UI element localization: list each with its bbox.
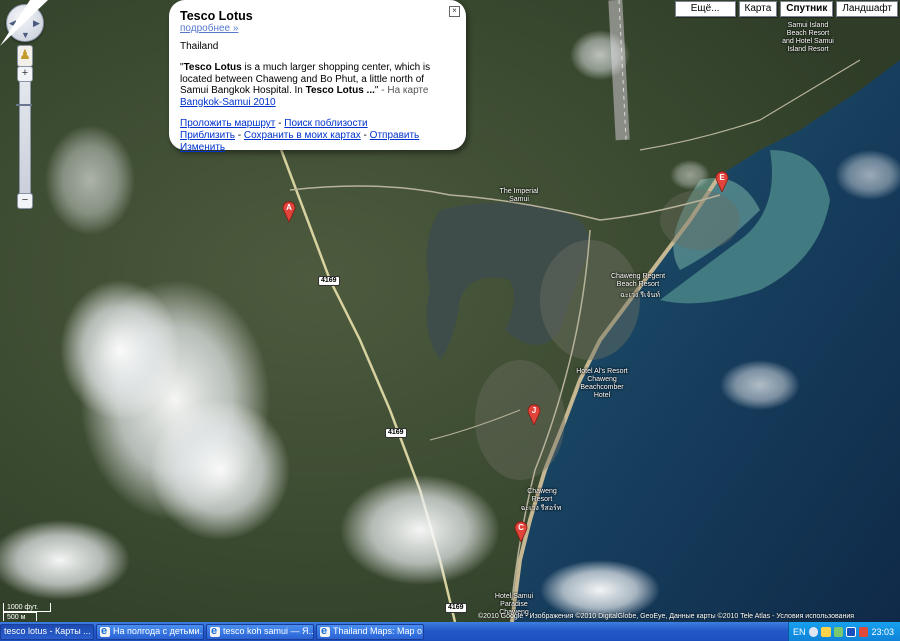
system-tray: EN 23:03: [788, 622, 900, 641]
more-button[interactable]: Ещё...: [674, 1, 736, 17]
pegman-icon[interactable]: ♟: [17, 45, 33, 67]
label-samui-island-resort[interactable]: Samui Island Beach Resort and Hotel Samu…: [780, 22, 836, 54]
zoom-link[interactable]: Приблизить: [180, 130, 235, 141]
security-icon[interactable]: [821, 626, 831, 637]
scale-imperial: 1000 фут.: [3, 603, 51, 612]
network-icon[interactable]: [808, 626, 819, 637]
road-shield: 4169: [385, 428, 407, 438]
label-hotel-als-resort[interactable]: Hotel Al's Resort Chaweng Beachcomber Ho…: [574, 368, 630, 400]
road-shield: 4169: [445, 603, 467, 613]
label-chaweng-regent[interactable]: Chaweng Regent Beach Resort: [610, 273, 666, 289]
scale-bar: 1000 фут. 500 м: [3, 603, 51, 621]
scale-metric: 500 м: [3, 612, 37, 621]
route-link[interactable]: Проложить маршрут: [180, 118, 275, 129]
info-title: Tesco Lotus: [180, 9, 253, 23]
taskbar-item-tesco-yandex[interactable]: tesco koh samui — Я...: [206, 623, 314, 640]
satellite-map[interactable]: ▲ ◀ ▶ ▼ ♟ + − Ещё... Карта Спутник Ландш…: [0, 0, 900, 622]
info-country: Thailand: [180, 41, 219, 52]
more-link[interactable]: подробнее »: [180, 23, 238, 34]
source-link[interactable]: Bangkok-Samui 2010: [180, 97, 276, 108]
antivirus-icon[interactable]: [858, 626, 869, 637]
close-icon[interactable]: ×: [449, 6, 460, 17]
zoom-slider-handle[interactable]: [16, 104, 32, 106]
zoom-out-button[interactable]: −: [17, 193, 33, 209]
map-type-controls: Ещё... Карта Спутник Ландшафт: [674, 1, 898, 17]
ie-icon: [320, 625, 330, 639]
terrain-button[interactable]: Ландшафт: [836, 1, 898, 17]
clock[interactable]: 23:03: [871, 627, 900, 637]
label-chaweng-resort-thai: ฉะเวง รีสอร์ท: [520, 505, 562, 512]
info-window: × Tesco Lotus подробнее » Thailand "Tesc…: [169, 0, 466, 153]
taskbar-item-tesco-maps[interactable]: tesco lotus - Карты ...: [0, 623, 94, 640]
marker-j[interactable]: J: [527, 403, 541, 425]
volume-icon[interactable]: [833, 626, 844, 637]
map-copyright[interactable]: ©2010 Google - Изображения ©2010 Digital…: [478, 613, 854, 620]
label-imperial-samui[interactable]: The Imperial Samui: [494, 188, 544, 204]
zoom-slider-track[interactable]: [19, 68, 31, 206]
taskbar-item-half-year[interactable]: На полгода с детьми...: [96, 623, 204, 640]
label-chaweng-resort[interactable]: Chaweng Resort: [520, 488, 564, 504]
map-button[interactable]: Карта: [738, 1, 778, 17]
label-chaweng-regent-thai: ฉะเวง รีเจ้นท์: [620, 292, 660, 299]
taskbar-item-thailand-maps[interactable]: Thailand Maps: Map o...: [316, 623, 424, 640]
marker-a[interactable]: A: [282, 200, 296, 222]
language-indicator[interactable]: EN: [793, 627, 806, 637]
ie-icon: [210, 625, 220, 639]
ie-icon: [100, 625, 110, 639]
windows-taskbar: tesco lotus - Карты ... На полгода с дет…: [0, 622, 900, 641]
satellite-button[interactable]: Спутник: [780, 1, 834, 17]
save-link[interactable]: Сохранить в моих картах: [244, 130, 361, 141]
zoom-in-button[interactable]: +: [17, 66, 33, 82]
nearby-link[interactable]: Поиск поблизости: [284, 118, 367, 129]
app-tray-icon[interactable]: [846, 626, 856, 637]
marker-e[interactable]: E: [715, 170, 729, 192]
road-shield: 4169: [318, 276, 340, 286]
info-actions: Проложить маршрут - Поиск поблизости При…: [180, 118, 420, 153]
marker-c[interactable]: C: [514, 520, 528, 542]
info-description: "Tesco Lotus is a much larger shopping c…: [180, 62, 431, 108]
info-window-tail: [0, 0, 48, 46]
edit-link[interactable]: Изменить: [180, 142, 225, 153]
send-link[interactable]: Отправить: [370, 130, 420, 141]
